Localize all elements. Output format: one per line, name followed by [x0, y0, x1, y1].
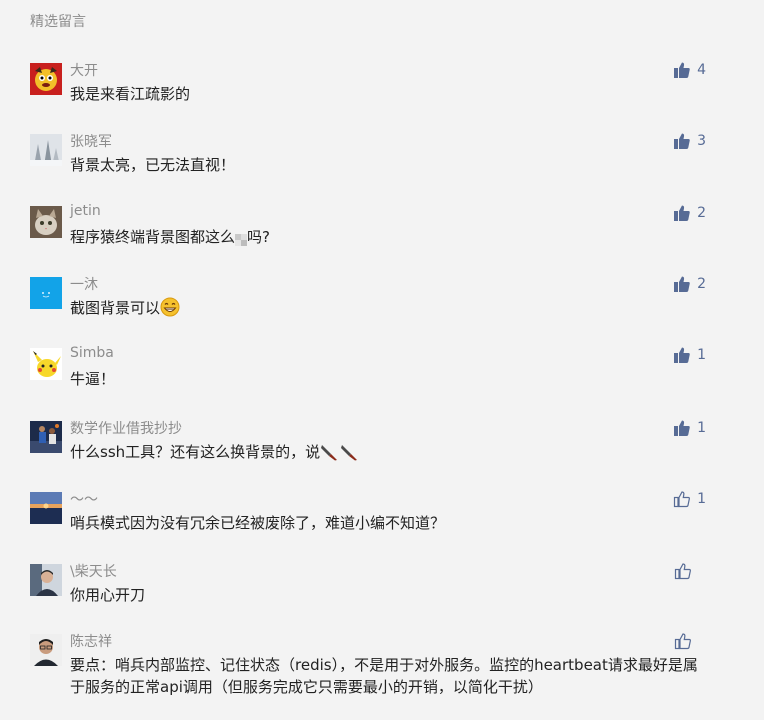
thumbs-up-icon [674, 205, 690, 221]
like-button[interactable]: 4 [673, 61, 706, 79]
thumbs-up-icon [674, 420, 690, 436]
like-button[interactable] [674, 562, 706, 580]
comment-nickname: ～～ [70, 492, 98, 508]
comment-text: 牛逼！ [70, 370, 116, 388]
like-button[interactable]: 1 [673, 346, 706, 364]
comment-text: 哨兵模式因为没有冗余已经被废除了，难道小编不知道？ [70, 514, 446, 532]
like-count: 1 [697, 420, 706, 436]
comment-text-part: 吗? [247, 228, 270, 246]
thumbs-up-outline-icon [674, 563, 691, 580]
pikachu-avatar[interactable] [30, 348, 62, 380]
thumbs-up-icon [674, 276, 690, 292]
comment-text-part: 什么ssh工具？还有这么换背景的，说 [70, 443, 321, 461]
knife-emoji-icon [340, 443, 360, 467]
like-button[interactable]: 1 [673, 419, 706, 437]
comment-nickname: \柴天长 [70, 564, 117, 580]
comment-nickname: 一沐 [70, 277, 98, 293]
comment-list: 大开 我是来看江疏影的 4 张晓军 背景太亮，已无法直视！ 3 jetin 程序… [0, 0, 764, 720]
comment-text: 你用心开刀 [70, 586, 146, 604]
comment-text: 我是来看江疏影的 [70, 85, 191, 103]
like-count: 2 [697, 205, 706, 221]
comment-nickname: 陈志祥 [70, 634, 112, 650]
comment-nickname: 大开 [70, 63, 98, 79]
thumbs-up-outline-icon [673, 491, 691, 508]
thumbs-up-icon [674, 62, 690, 78]
comment-nickname: Simba [70, 345, 114, 361]
comment-nickname: 张晓军 [70, 134, 112, 150]
sunset-avatar[interactable] [30, 492, 62, 524]
like-button[interactable]: 2 [673, 275, 706, 293]
comment-text-part: 截图背景可以 [70, 299, 161, 317]
like-button[interactable]: 2 [673, 204, 706, 222]
comment-text: 要点：哨兵内部监控、记住状态（redis），不是用于对外服务。监控的heartb… [70, 656, 698, 696]
cat-avatar[interactable] [30, 206, 62, 238]
comment-text: 程序猿终端背景图都这么 吗? [70, 226, 710, 252]
like-count: 2 [697, 276, 706, 292]
comment-text-part: 程序猿终端背景图都这么 [70, 228, 236, 246]
blue-avatar[interactable] [30, 277, 62, 309]
grinning-emoji-icon [160, 297, 180, 323]
comment-text: 背景太亮，已无法直视！ [70, 156, 236, 174]
basketball-avatar[interactable] [30, 421, 62, 453]
like-count: 3 [697, 133, 706, 149]
like-button[interactable] [674, 632, 706, 650]
man-glasses-avatar[interactable] [30, 634, 62, 666]
thumbs-up-icon [674, 347, 690, 363]
snow-tree-avatar[interactable] [30, 134, 62, 166]
like-count: 1 [697, 491, 706, 507]
knife-emoji-icon [320, 443, 340, 467]
comment-nickname: jetin [70, 203, 101, 219]
man-avatar[interactable] [30, 564, 62, 596]
comment-text: 什么ssh工具？还有这么换背景的，说 [70, 441, 710, 467]
like-count: 4 [697, 62, 706, 78]
cartoon-avatar[interactable] [30, 63, 62, 95]
comment-nickname: 数学作业借我抄抄 [70, 421, 182, 437]
like-button[interactable]: 3 [673, 132, 706, 150]
thumbs-up-outline-icon [674, 633, 691, 650]
pixelated-image-icon [235, 230, 248, 252]
thumbs-up-icon [674, 133, 690, 149]
like-count: 1 [697, 347, 706, 363]
comment-text: 截图背景可以 [70, 297, 710, 323]
like-button[interactable]: 1 [673, 490, 706, 508]
